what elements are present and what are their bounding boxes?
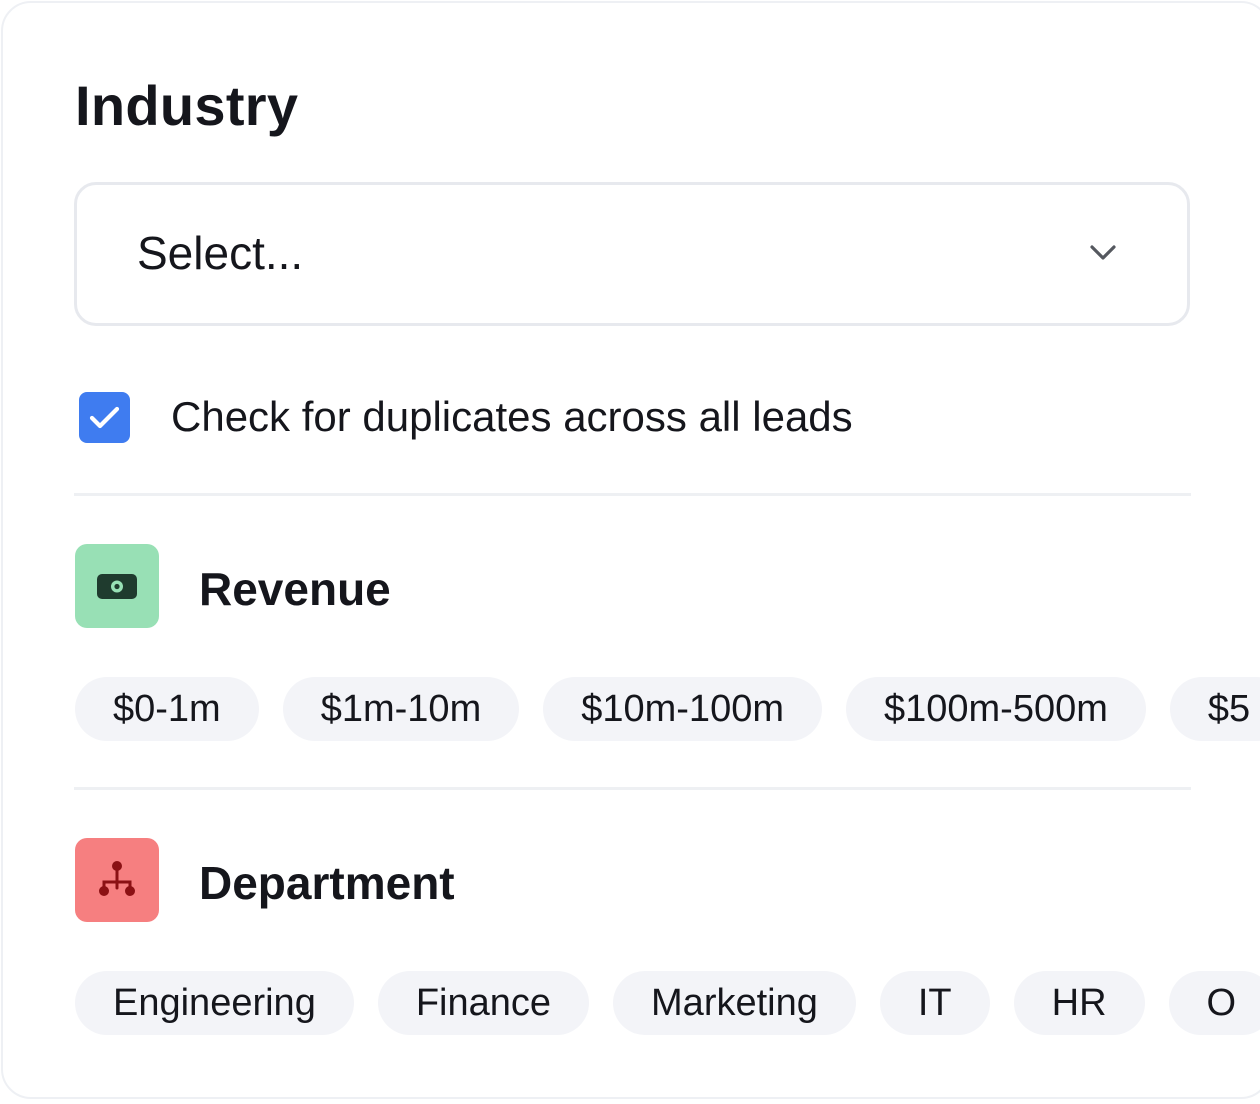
department-chip[interactable]: IT	[879, 971, 990, 1035]
revenue-chip[interactable]: $100m-500m	[845, 677, 1146, 741]
revenue-title: Revenue	[199, 563, 391, 615]
department-chip[interactable]: Engineering	[75, 971, 354, 1035]
department-options: Engineering Finance Marketing IT HR O	[75, 971, 1260, 1035]
filter-panel: Industry Select... Check for duplicates …	[1, 1, 1260, 1099]
checkmark-icon	[89, 406, 120, 429]
revenue-chip[interactable]: $5	[1169, 677, 1260, 741]
org-chart-icon	[75, 838, 159, 922]
divider	[74, 493, 1191, 496]
cash-icon	[75, 544, 159, 628]
department-chip[interactable]: O	[1168, 971, 1260, 1035]
chevron-down-icon	[1089, 243, 1117, 263]
revenue-options: $0-1m $1m-10m $10m-100m $100m-500m $5	[75, 677, 1260, 741]
industry-select-placeholder: Select...	[137, 227, 304, 279]
revenue-chip[interactable]: $10m-100m	[543, 677, 822, 741]
duplicates-checkbox[interactable]	[79, 392, 130, 443]
revenue-chip[interactable]: $1m-10m	[282, 677, 520, 741]
department-chip[interactable]: Marketing	[613, 971, 856, 1035]
department-chip[interactable]: HR	[1013, 971, 1145, 1035]
industry-heading: Industry	[75, 74, 299, 137]
department-chip[interactable]: Finance	[377, 971, 590, 1035]
duplicates-check-row[interactable]: Check for duplicates across all leads	[79, 389, 979, 445]
department-title: Department	[199, 857, 455, 909]
duplicates-label: Check for duplicates across all leads	[171, 393, 853, 440]
revenue-chip[interactable]: $0-1m	[75, 677, 259, 741]
divider	[74, 787, 1191, 790]
industry-select[interactable]: Select...	[74, 182, 1190, 326]
